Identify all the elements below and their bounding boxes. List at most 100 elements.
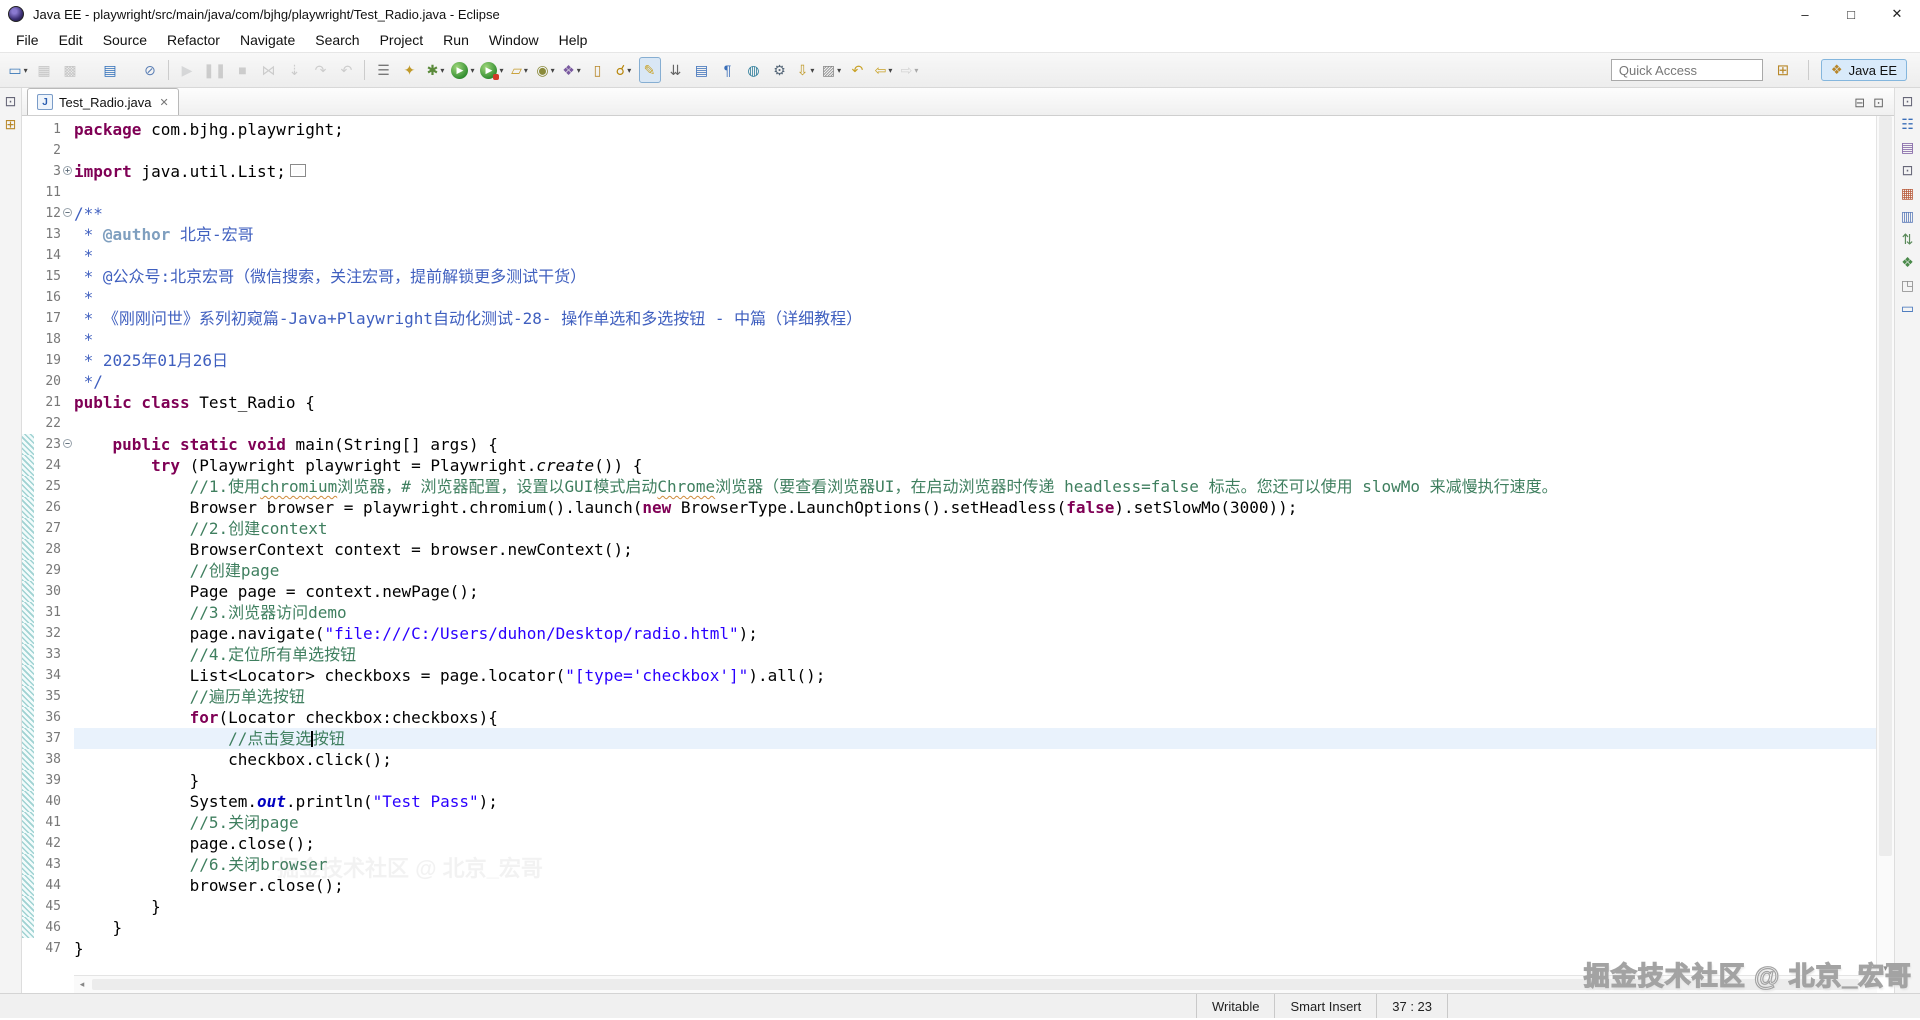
- skip-all-breakpoints-button[interactable]: ⊘: [139, 57, 161, 83]
- dropdown-arrow-icon[interactable]: ▾: [551, 66, 555, 75]
- code-line-31[interactable]: 31 //3.浏览器访问demo: [22, 602, 1894, 623]
- disconnect-button[interactable]: ⋈: [257, 57, 279, 83]
- fold-collapse-icon[interactable]: −: [63, 208, 72, 217]
- code-line-13[interactable]: 13 * @author 北京-宏哥: [22, 224, 1894, 245]
- code-line-3[interactable]: 3 + import java.util.List;: [22, 161, 1894, 182]
- save-all-button[interactable]: ▩: [59, 57, 81, 83]
- quick-access-input[interactable]: [1610, 59, 1763, 81]
- dropdown-arrow-icon[interactable]: ▾: [837, 66, 841, 75]
- project-explorer-view-icon[interactable]: ❖: [1901, 255, 1914, 269]
- console-view-icon[interactable]: ▭: [1901, 301, 1914, 315]
- java-ee-perspective-button[interactable]: ❖ Java EE: [1820, 59, 1907, 81]
- minimize-editor-icon[interactable]: ⊟: [1854, 95, 1865, 111]
- save-button[interactable]: ▦: [33, 57, 55, 83]
- code-line-39[interactable]: 39 }: [22, 770, 1894, 791]
- run-on-server-button[interactable]: ⚙: [769, 57, 791, 83]
- scroll-left-icon[interactable]: ◂: [74, 979, 90, 990]
- code-line-35[interactable]: 35 //遍历单选按钮: [22, 686, 1894, 707]
- code-line-38[interactable]: 38 checkbox.click();: [22, 749, 1894, 770]
- tab-test-radio-java[interactable]: J Test_Radio.java ✕: [27, 88, 179, 115]
- show-whitespace-button[interactable]: ¶: [717, 57, 739, 83]
- code-line-27[interactable]: 27 //2.创建context: [22, 518, 1894, 539]
- tab-close-icon[interactable]: ✕: [160, 96, 169, 109]
- code-line-14[interactable]: 14 *: [22, 245, 1894, 266]
- new-snippet-button[interactable]: ▨ ▾: [821, 57, 843, 83]
- dropdown-arrow-icon[interactable]: ▾: [627, 66, 631, 75]
- code-line-29[interactable]: 29 //创建page: [22, 560, 1894, 581]
- step-return-button[interactable]: ↶: [335, 57, 357, 83]
- back-button[interactable]: ⇦ ▾: [873, 57, 895, 83]
- coverage-button[interactable]: ◉ ▾: [535, 57, 557, 83]
- menu-source[interactable]: Source: [93, 30, 157, 50]
- package-explorer-icon[interactable]: ⊞: [5, 117, 17, 131]
- code-editor[interactable]: 1 package com.bjhg.playwright; 2 3 + import j…: [22, 116, 1894, 993]
- vertical-scrollbar[interactable]: ▾: [1876, 116, 1894, 976]
- code-line-15[interactable]: 15 * @公众号:北京宏哥（微信搜索，关注宏哥，提前解锁更多测试干货）: [22, 266, 1894, 287]
- code-line-25[interactable]: 25 //1.使用chromium浏览器，# 浏览器配置，设置以GUI模式启动C…: [22, 476, 1894, 497]
- properties-view-icon[interactable]: ▥: [1901, 209, 1914, 223]
- dropdown-arrow-icon[interactable]: ▾: [810, 66, 814, 75]
- close-button[interactable]: ✕: [1874, 0, 1920, 28]
- java-ee-wizard-button[interactable]: ❖ ▾: [561, 57, 583, 83]
- menu-edit[interactable]: Edit: [49, 30, 93, 50]
- dropdown-arrow-icon[interactable]: ▾: [440, 66, 444, 75]
- code-line-12[interactable]: 12−/**: [22, 203, 1894, 224]
- minimize-button[interactable]: –: [1782, 0, 1828, 28]
- open-task-button[interactable]: ▯: [587, 57, 609, 83]
- debug-button[interactable]: ✱ ▾: [424, 57, 446, 83]
- code-line-23[interactable]: 23− public static void main(String[] arg…: [22, 434, 1894, 455]
- menu-file[interactable]: File: [6, 30, 49, 50]
- fold-expand-icon[interactable]: +: [63, 166, 72, 175]
- next-annotation-button[interactable]: ⇊: [665, 57, 687, 83]
- external-tools-button[interactable]: ▶ ▾: [479, 57, 504, 83]
- menu-help[interactable]: Help: [549, 30, 598, 50]
- restore-view-icon[interactable]: ⊡: [1902, 94, 1914, 108]
- snippets-view-icon[interactable]: ◳: [1901, 278, 1914, 292]
- run-button[interactable]: ▶ ▾: [450, 57, 475, 83]
- code-line-11[interactable]: 11: [22, 182, 1894, 203]
- terminate-button[interactable]: ■: [231, 57, 253, 83]
- step-over-button[interactable]: ↷: [309, 57, 331, 83]
- outline-view-icon[interactable]: ☷: [1901, 117, 1914, 131]
- menu-refactor[interactable]: Refactor: [157, 30, 230, 50]
- code-line-19[interactable]: 19 * 2025年01月26日: [22, 350, 1894, 371]
- code-line-17[interactable]: 17 * 《刚刚问世》系列初窥篇-Java+Playwright自动化测试-28…: [22, 308, 1894, 329]
- menu-run[interactable]: Run: [433, 30, 479, 50]
- run-last-launch-button[interactable]: ☰: [372, 57, 394, 83]
- toggle-mark-occurrences-button[interactable]: ✎: [638, 57, 661, 83]
- restore-editor-icon[interactable]: ⊡: [1902, 163, 1914, 177]
- dropdown-arrow-icon[interactable]: ▾: [24, 66, 28, 75]
- search-button[interactable]: ☌ ▾: [613, 57, 635, 83]
- servers-view-icon[interactable]: ▦: [1901, 186, 1914, 200]
- code-line-37[interactable]: 37 //点击复选按钮: [22, 728, 1894, 749]
- code-line-28[interactable]: 28 BrowserContext context = browser.newC…: [22, 539, 1894, 560]
- new-wizard-button[interactable]: ▭ ▾: [7, 57, 29, 83]
- code-line-18[interactable]: 18 *: [22, 329, 1894, 350]
- dropdown-arrow-icon[interactable]: ▾: [499, 66, 503, 75]
- open-element-button[interactable]: ▤: [99, 57, 121, 83]
- last-edit-location-button[interactable]: ↶: [847, 57, 869, 83]
- suspend-button[interactable]: ❚❚: [202, 57, 227, 83]
- menu-window[interactable]: Window: [479, 30, 549, 50]
- web-browser-button[interactable]: ◍: [743, 57, 765, 83]
- new-web-wizard-button[interactable]: ▱ ▾: [509, 57, 531, 83]
- dropdown-arrow-icon[interactable]: ▾: [914, 66, 918, 75]
- step-into-button[interactable]: ⇣: [283, 57, 305, 83]
- code-line-30[interactable]: 30 Page page = context.newPage();: [22, 581, 1894, 602]
- code-line-2[interactable]: 2: [22, 140, 1894, 161]
- code-line-22[interactable]: 22: [22, 413, 1894, 434]
- code-line-46[interactable]: 46 }: [22, 917, 1894, 938]
- code-line-24[interactable]: 24 try (Playwright playwright = Playwrig…: [22, 455, 1894, 476]
- code-line-26[interactable]: 26 Browser browser = playwright.chromium…: [22, 497, 1894, 518]
- code-line-34[interactable]: 34 List<Locator> checkboxs = page.locato…: [22, 665, 1894, 686]
- menu-navigate[interactable]: Navigate: [230, 30, 305, 50]
- forward-button[interactable]: ⇨ ▾: [899, 57, 921, 83]
- code-line-40[interactable]: 40 System.out.println("Test Pass");: [22, 791, 1894, 812]
- open-type-hierarchy-button[interactable]: ▤: [691, 57, 713, 83]
- dropdown-arrow-icon[interactable]: ▾: [888, 66, 892, 75]
- menu-project[interactable]: Project: [370, 30, 434, 50]
- menu-search[interactable]: Search: [305, 30, 369, 50]
- vertical-scrollbar-thumb[interactable]: [1879, 116, 1892, 856]
- code-line-1[interactable]: 1 package com.bjhg.playwright;: [22, 119, 1894, 140]
- code-line-45[interactable]: 45 }: [22, 896, 1894, 917]
